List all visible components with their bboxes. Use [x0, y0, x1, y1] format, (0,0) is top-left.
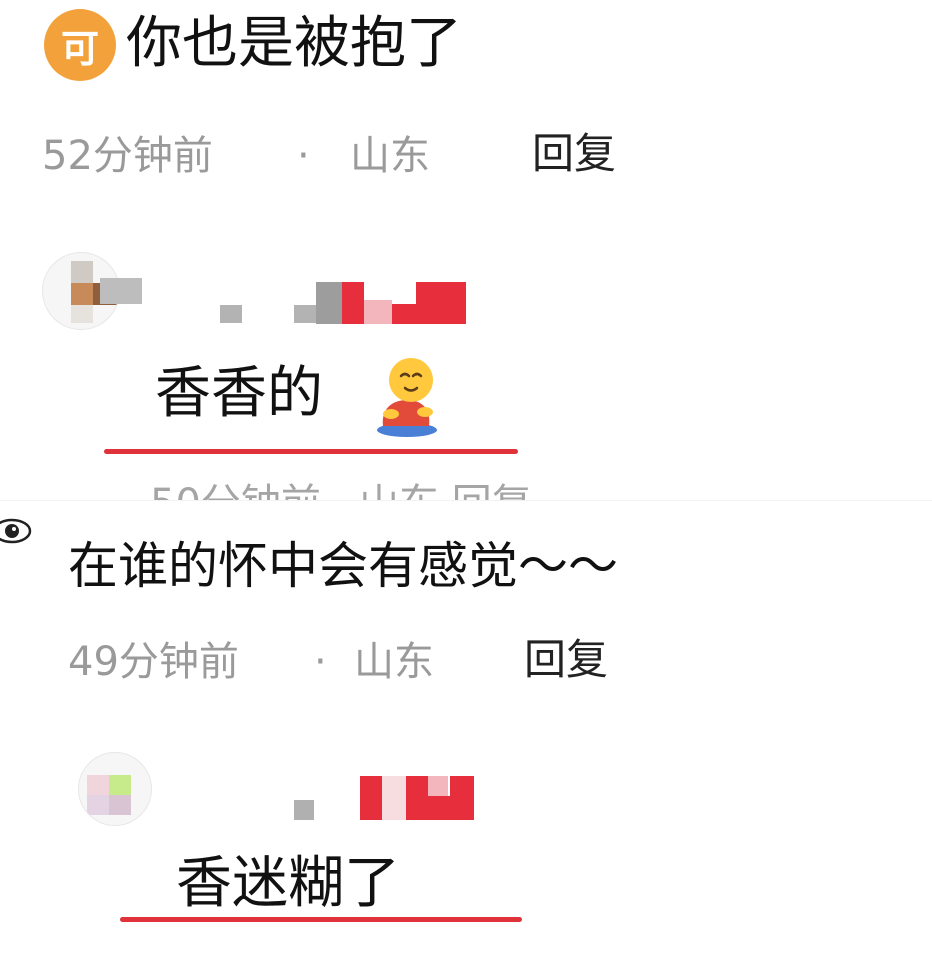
- badge-char: 可: [60, 26, 99, 71]
- comment-text: 在谁的怀中会有感觉～～: [68, 537, 618, 595]
- comment-time: 49分钟前: [68, 639, 239, 685]
- user-badge-icon: 可: [44, 9, 116, 81]
- meta-separator: ·: [297, 133, 310, 179]
- comment-time: 52分钟前: [42, 133, 213, 179]
- comment-location: 山东: [350, 133, 430, 179]
- reply-button[interactable]: 回复: [532, 128, 616, 180]
- comment-text: 你也是被抱了: [126, 11, 462, 76]
- eye-avatar-icon: [0, 505, 38, 557]
- reply-button[interactable]: 回复: [524, 634, 608, 686]
- meta-separator: ·: [314, 639, 327, 685]
- avatar[interactable]: [78, 752, 152, 826]
- blurred-avatar-edge: [100, 278, 142, 304]
- smiling-face-hugging-emoji-icon: [367, 352, 447, 438]
- comment-location: 山东: [354, 639, 434, 685]
- comment-meta-cutoff: 50分钟前 · 山东 回复: [150, 470, 770, 504]
- highlight-underline: [104, 449, 518, 454]
- comment-text: 香香的: [155, 361, 323, 426]
- highlight-underline: [120, 917, 522, 922]
- comment-text: 香迷糊了: [176, 851, 400, 916]
